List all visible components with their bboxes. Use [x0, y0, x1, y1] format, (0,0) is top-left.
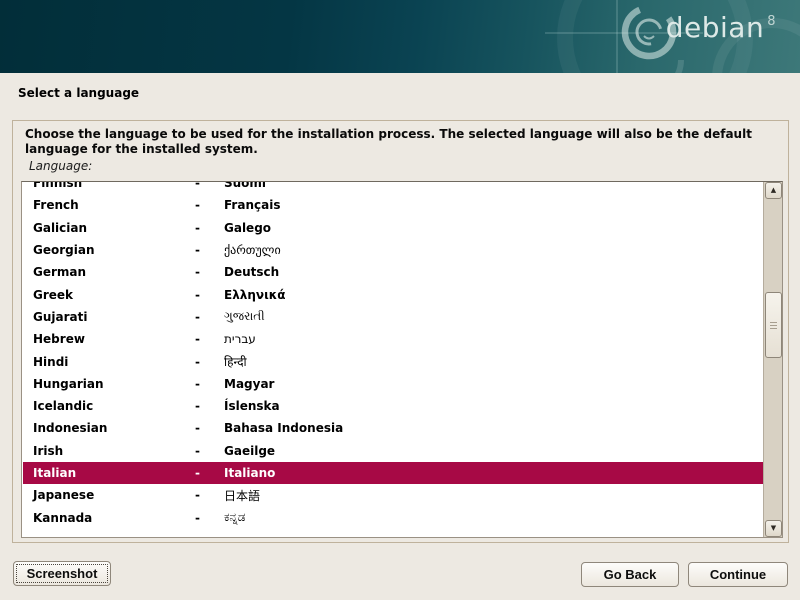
scrollbar-thumb[interactable] [765, 292, 782, 358]
list-item[interactable]: Indonesian-Bahasa Indonesia [23, 417, 764, 439]
language-native-name: Galego [224, 221, 271, 235]
separator-dash: - [195, 265, 224, 279]
thumb-grip [770, 322, 777, 330]
list-item[interactable]: Icelandic-Íslenska [23, 395, 764, 417]
language-native-name: Deutsch [224, 265, 279, 279]
page-title: Select a language [18, 86, 139, 100]
separator-dash: - [195, 466, 224, 480]
list-item[interactable]: Japanese-日本語 [23, 484, 764, 506]
separator-dash: - [195, 444, 224, 458]
language-english-name: Icelandic [33, 399, 195, 413]
language-native-name: Italiano [224, 466, 275, 480]
vertical-scrollbar[interactable]: ▲ ▼ [763, 182, 782, 537]
language-english-name: Kannada [33, 511, 195, 525]
list-item[interactable]: Hungarian-Magyar [23, 373, 764, 395]
language-listbox: Finnish-SuomiFrench-FrançaisGalician-Gal… [21, 181, 783, 538]
continue-button[interactable]: Continue [688, 562, 788, 587]
language-english-name: German [33, 265, 195, 279]
language-list: Finnish-SuomiFrench-FrançaisGalician-Gal… [23, 181, 764, 529]
list-item[interactable]: Gujarati-ગુજરાતી [23, 306, 764, 328]
content-frame: Choose the language to be used for the i… [12, 120, 789, 543]
language-native-name: Bahasa Indonesia [224, 421, 343, 435]
separator-dash: - [195, 355, 224, 369]
list-item[interactable]: Irish-Gaeilge [23, 440, 764, 462]
language-english-name: French [33, 198, 195, 212]
language-english-name: Hungarian [33, 377, 195, 391]
separator-dash: - [195, 399, 224, 413]
brand-name: debian [666, 12, 764, 44]
scroll-down-icon[interactable]: ▼ [765, 520, 782, 537]
intro-text: Choose the language to be used for the i… [25, 127, 765, 157]
list-item[interactable]: Hebrew-עברית [23, 328, 764, 350]
language-native-name: ಕನ್ನಡ [224, 510, 245, 525]
language-english-name: Galician [33, 221, 195, 235]
language-native-name: ગુજરાતી [224, 309, 265, 324]
separator-dash: - [195, 421, 224, 435]
language-english-name: Japanese [33, 488, 195, 502]
list-item[interactable]: Galician-Galego [23, 217, 764, 239]
language-native-name: हिन्दी [224, 353, 247, 370]
language-native-name: עברית [224, 332, 256, 346]
separator-dash: - [195, 511, 224, 525]
separator-dash: - [195, 221, 224, 235]
list-item[interactable]: French-Français [23, 194, 764, 216]
brand-version: 8 [767, 14, 776, 29]
list-item[interactable]: German-Deutsch [23, 261, 764, 283]
go-back-button[interactable]: Go Back [581, 562, 679, 587]
header-banner: debian 8 [0, 0, 800, 73]
language-native-name: Ελληνικά [224, 288, 286, 302]
list-item[interactable]: Hindi-हिन्दी [23, 350, 764, 372]
language-english-name: Italian [33, 466, 195, 480]
debian-brand: debian 8 [666, 12, 776, 44]
separator-dash: - [195, 181, 224, 190]
language-english-name: Hindi [33, 355, 195, 369]
separator-dash: - [195, 377, 224, 391]
language-native-name: Français [224, 198, 280, 212]
language-native-name: Gaeilge [224, 444, 275, 458]
language-native-name: Suomi [224, 181, 266, 190]
scroll-up-icon[interactable]: ▲ [765, 182, 782, 199]
language-native-name: ქართული [224, 243, 281, 257]
screenshot-button[interactable]: Screenshot [13, 561, 111, 586]
list-item[interactable]: Italian-Italiano [23, 462, 764, 484]
list-item[interactable]: Georgian-ქართული [23, 239, 764, 261]
language-english-name: Georgian [33, 243, 195, 257]
separator-dash: - [195, 243, 224, 257]
language-english-name: Hebrew [33, 332, 195, 346]
language-label: Language: [29, 159, 92, 173]
language-english-name: Indonesian [33, 421, 195, 435]
separator-dash: - [195, 332, 224, 346]
language-native-name: Magyar [224, 377, 274, 391]
list-item[interactable]: Finnish-Suomi [23, 181, 764, 194]
language-english-name: Greek [33, 288, 195, 302]
language-english-name: Gujarati [33, 310, 195, 324]
separator-dash: - [195, 288, 224, 302]
separator-dash: - [195, 488, 224, 502]
list-item[interactable]: Kannada-ಕನ್ನಡ [23, 506, 764, 528]
separator-dash: - [195, 310, 224, 324]
list-item[interactable]: Greek-Ελληνικά [23, 283, 764, 305]
language-english-name: Finnish [33, 181, 195, 190]
language-native-name: 日本語 [224, 487, 260, 504]
language-native-name: Íslenska [224, 399, 280, 413]
language-english-name: Irish [33, 444, 195, 458]
separator-dash: - [195, 198, 224, 212]
